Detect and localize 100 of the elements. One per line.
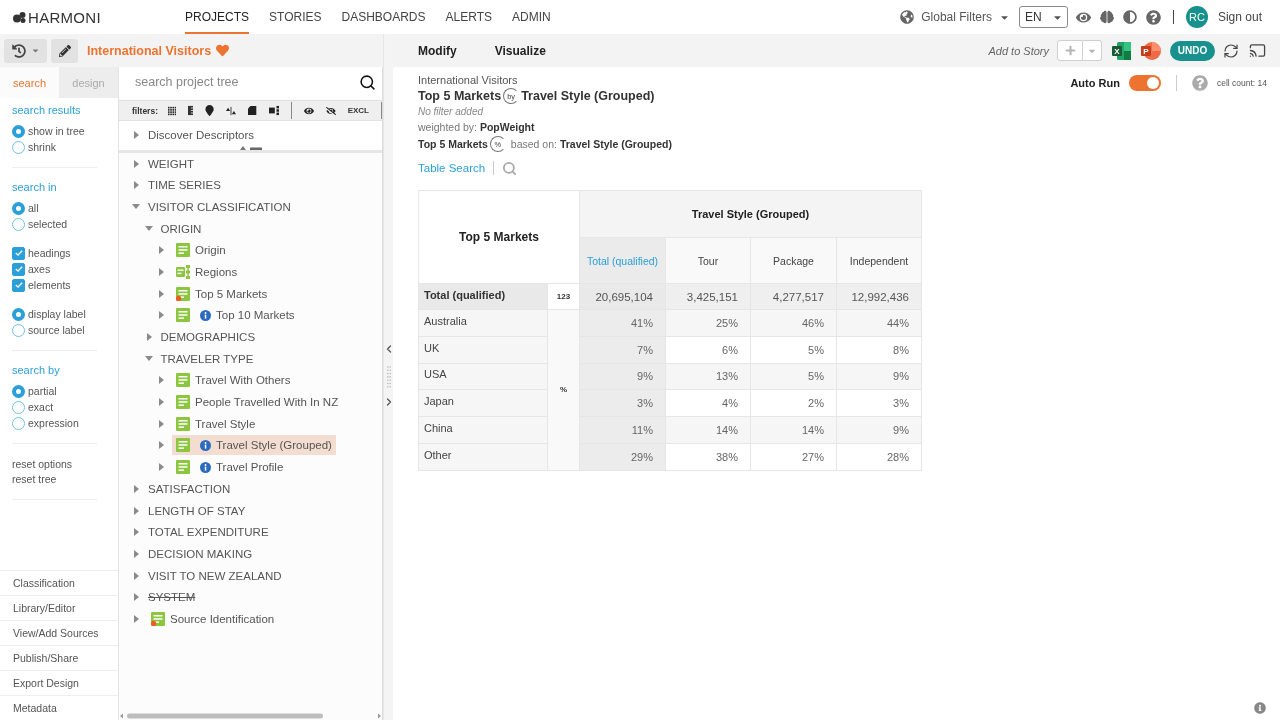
radio-icon[interactable] xyxy=(12,124,25,138)
tree-item[interactable]: VISITOR CLASSIFICATION xyxy=(144,196,295,217)
info-icon[interactable] xyxy=(200,461,211,473)
nav-menu-item[interactable]: STORIES xyxy=(269,0,322,34)
grip-icon[interactable] xyxy=(386,366,391,388)
tree-item[interactable]: SATISFACTION xyxy=(144,478,235,499)
radio-icon[interactable] xyxy=(12,400,25,414)
triangles-icon[interactable] xyxy=(226,105,237,116)
group-icon[interactable] xyxy=(268,105,279,116)
resize-handle-icon[interactable] xyxy=(239,145,262,150)
tree-item[interactable]: Source Identification xyxy=(147,608,279,629)
cast-icon[interactable] xyxy=(1249,42,1266,59)
radio-option[interactable]: selected xyxy=(12,216,97,232)
reset-link[interactable]: reset options xyxy=(12,457,97,472)
radio-icon[interactable] xyxy=(12,201,25,215)
tree-item[interactable]: Top 10 Markets xyxy=(172,305,299,326)
radio-icon[interactable] xyxy=(12,323,25,337)
info-icon[interactable] xyxy=(1254,702,1266,714)
mode-button[interactable]: Modify xyxy=(418,43,457,58)
tree-item[interactable]: DECISION MAKING xyxy=(144,543,257,564)
caret-right-icon[interactable] xyxy=(134,484,139,493)
checkbox-icon[interactable] xyxy=(12,262,25,276)
language-select[interactable]: EN xyxy=(1018,6,1068,28)
caret-right-icon[interactable] xyxy=(159,267,164,276)
column-header[interactable]: Package xyxy=(750,237,837,284)
nav-menu-item[interactable]: DASHBOARDS xyxy=(341,0,426,34)
caret-right-icon[interactable] xyxy=(159,441,164,450)
caret-right-icon[interactable] xyxy=(146,333,152,342)
caret-right-icon[interactable] xyxy=(159,376,164,385)
map-pin-icon[interactable] xyxy=(205,105,215,116)
search-icon[interactable] xyxy=(359,73,376,91)
checkbox-option[interactable]: axes xyxy=(12,261,97,277)
caret-right-icon[interactable] xyxy=(134,130,139,139)
caret-right-icon[interactable] xyxy=(134,159,139,168)
global-filters-button[interactable]: Global Filters xyxy=(900,10,1010,24)
tree-item[interactable]: TIME SERIES xyxy=(144,175,225,196)
heart-icon[interactable] xyxy=(216,44,230,57)
nav-menu-item[interactable]: ALERTS xyxy=(445,0,492,34)
radio-option[interactable]: exact xyxy=(12,399,97,415)
radio-option[interactable]: source label xyxy=(12,322,97,338)
caret-right-icon[interactable] xyxy=(159,246,164,255)
radio-icon[interactable] xyxy=(12,307,25,321)
caret-right-icon[interactable] xyxy=(134,593,139,602)
tree-item[interactable]: Origin xyxy=(172,240,230,261)
dropdown-button[interactable] xyxy=(1083,40,1102,61)
tree-item[interactable]: Discover Descriptors xyxy=(144,124,259,145)
info-icon[interactable] xyxy=(200,439,211,451)
radio-option[interactable]: partial xyxy=(12,383,97,399)
tree-item[interactable]: Travel Style xyxy=(172,413,260,434)
add-button[interactable] xyxy=(1057,40,1083,61)
caret-right-icon[interactable] xyxy=(159,311,164,320)
user-avatar[interactable]: RC xyxy=(1185,6,1208,28)
edit-button[interactable] xyxy=(51,38,78,63)
checkbox-option[interactable]: headings xyxy=(12,245,97,261)
grid-icon[interactable] xyxy=(168,105,177,116)
horizontal-scrollbar[interactable] xyxy=(120,712,381,719)
checkbox-option[interactable]: elements xyxy=(12,277,97,293)
refresh-icon[interactable] xyxy=(1223,42,1239,59)
tree-item[interactable]: Travel Profile xyxy=(172,457,288,478)
radio-icon[interactable] xyxy=(12,384,25,398)
exclude-filter-button[interactable]: EXCL xyxy=(347,106,369,115)
search-field[interactable]: search project tree xyxy=(135,71,359,93)
mode-button[interactable]: Visualize xyxy=(494,43,546,58)
tree-item[interactable]: LENGTH OF STAY xyxy=(144,500,250,521)
ruler-icon[interactable] xyxy=(188,105,194,116)
column-header[interactable]: Independent xyxy=(836,237,922,284)
caret-right-icon[interactable] xyxy=(159,398,164,407)
sign-out-link[interactable]: Sign out xyxy=(1217,10,1262,24)
tree-item[interactable]: SYSTEM xyxy=(144,587,200,608)
info-icon[interactable] xyxy=(200,309,211,321)
column-header[interactable]: Tour xyxy=(665,237,751,284)
checkbox-icon[interactable] xyxy=(12,246,25,260)
tree-item[interactable]: TRAVELER TYPE xyxy=(156,348,258,369)
eye-off-icon[interactable] xyxy=(325,104,336,117)
caret-right-icon[interactable] xyxy=(134,181,139,190)
nav-menu-item[interactable]: ADMIN xyxy=(512,0,551,34)
caret-right-icon[interactable] xyxy=(159,289,164,298)
tree-item[interactable]: VISIT TO NEW ZEALAND xyxy=(144,565,286,586)
caret-right-icon[interactable] xyxy=(134,506,139,515)
radio-option[interactable]: display label xyxy=(12,306,97,322)
help-icon[interactable] xyxy=(1145,9,1161,25)
auto-run-switch[interactable] xyxy=(1128,75,1161,91)
caret-right-icon[interactable] xyxy=(159,419,164,428)
radio-icon[interactable] xyxy=(12,140,25,154)
radio-option[interactable]: expression xyxy=(12,415,97,431)
caret-right-icon[interactable] xyxy=(134,549,139,558)
caret-right-icon[interactable] xyxy=(134,571,139,580)
tree-item[interactable]: DEMOGRAPHICS xyxy=(156,327,260,348)
tree-item[interactable]: WEIGHT xyxy=(144,153,198,174)
undo-button[interactable]: UNDO xyxy=(1170,40,1215,61)
tree-item[interactable]: Regions xyxy=(172,261,242,282)
tree-item[interactable]: Travel Style (Grouped) xyxy=(172,435,336,456)
radio-option[interactable]: show in tree xyxy=(12,123,97,139)
checkbox-icon[interactable] xyxy=(12,278,25,292)
presentation-icon[interactable]: P xyxy=(1141,41,1161,60)
tree-item[interactable]: Travel With Others xyxy=(172,370,295,391)
tree-item[interactable]: People Travelled With In NZ xyxy=(172,392,343,413)
caret-right-icon[interactable] xyxy=(134,614,139,623)
radio-icon[interactable] xyxy=(12,416,25,430)
tree-item[interactable]: ORIGIN xyxy=(156,218,206,239)
